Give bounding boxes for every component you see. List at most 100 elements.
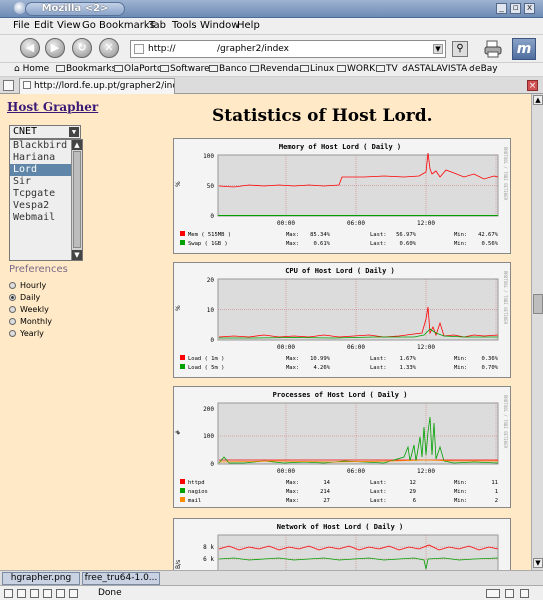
chat-icon[interactable] xyxy=(56,589,65,598)
domain-select-value: CNET xyxy=(13,126,38,137)
navigator-icon[interactable] xyxy=(4,589,13,598)
radio-icon[interactable] xyxy=(9,330,16,337)
legend-swatch xyxy=(180,355,185,360)
legend-max: 214 xyxy=(320,489,331,495)
new-tab-icon[interactable] xyxy=(3,80,14,91)
legend-label: Swap ( 1GB ) xyxy=(188,241,228,247)
radio-icon[interactable] xyxy=(9,282,16,289)
menu-help[interactable]: Help xyxy=(237,20,260,31)
scroll-up-icon[interactable]: ▲ xyxy=(72,140,82,150)
bookmark-bookmarks[interactable]: Bookmarks xyxy=(56,64,116,74)
bookmark-linux[interactable]: Linux xyxy=(300,64,334,74)
legend-swatch xyxy=(180,479,185,484)
bookmark-home[interactable]: ⌂ Home xyxy=(14,64,49,74)
taskbar: hgrapher.png free_tru64-1.0... xyxy=(0,570,543,585)
page-scrollbar[interactable]: ▲ ▼ xyxy=(531,94,543,570)
host-list[interactable]: Blackbird Hariana Lord Sir Tcpgate Vespa… xyxy=(9,139,83,261)
bookmark-olaporto[interactable]: OlaPorto xyxy=(114,64,162,74)
legend-max: 27 xyxy=(323,498,330,504)
scroll-down-icon[interactable]: ▼ xyxy=(72,250,82,260)
scroll-thumb[interactable] xyxy=(73,151,81,248)
security-icon xyxy=(505,589,514,598)
menu-view[interactable]: View xyxy=(57,20,81,31)
legend-last: 6 xyxy=(413,498,416,504)
legend-min-label: Min: xyxy=(454,232,467,238)
menu-edit[interactable]: Edit xyxy=(34,20,53,31)
y-tick: 0 xyxy=(210,461,214,468)
taskbar-item[interactable]: hgrapher.png xyxy=(2,572,80,585)
settings-icon[interactable] xyxy=(69,589,78,598)
legend-last-label: Last: xyxy=(370,232,387,238)
scroll-down-icon[interactable]: ▼ xyxy=(533,558,543,568)
y-tick: 10 xyxy=(207,307,215,314)
stop-icon[interactable]: ✕ xyxy=(99,38,119,58)
radio-weekly[interactable]: Weekly xyxy=(9,305,49,314)
radio-icon[interactable] xyxy=(9,306,16,313)
menu-go[interactable]: Go xyxy=(82,20,96,31)
status-bar: Done xyxy=(0,585,543,600)
scroll-thumb[interactable] xyxy=(533,294,543,314)
bookmark-work[interactable]: WORK xyxy=(337,64,375,74)
radio-monthly[interactable]: Monthly xyxy=(9,317,52,326)
legend-last-label: Last: xyxy=(370,365,387,371)
host-grapher-link[interactable]: Host Grapher xyxy=(7,100,98,114)
print-icon[interactable] xyxy=(484,40,502,58)
y-tick: 100 xyxy=(203,153,214,160)
url-input[interactable]: http:// /grapher2/index ▼ xyxy=(130,40,446,58)
bookmark-ebay[interactable]: ☌eBay xyxy=(469,64,498,74)
radio-selected-icon[interactable] xyxy=(9,294,16,301)
bookmark-label: WORK xyxy=(347,64,376,74)
url-history-dropdown-icon[interactable]: ▼ xyxy=(433,44,443,54)
composer-icon[interactable] xyxy=(30,589,39,598)
legend-min-label: Min: xyxy=(454,489,467,495)
tab-current[interactable]: http://lord.fe.up.pt/grapher2/index xyxy=(19,78,175,94)
scroll-up-icon[interactable]: ▲ xyxy=(533,95,543,105)
folder-icon xyxy=(114,65,123,72)
legend-max: 85.34% xyxy=(310,232,331,238)
radio-daily[interactable]: Daily xyxy=(9,293,40,302)
folder-icon xyxy=(376,65,385,72)
domain-select[interactable]: CNET ▼ xyxy=(9,125,81,139)
forward-icon[interactable]: ▶ xyxy=(45,38,65,58)
y-tick: 20 xyxy=(207,277,215,284)
radio-yearly[interactable]: Yearly xyxy=(9,329,44,338)
graph-title: Network of Host Lord ( Daily ) xyxy=(277,523,403,531)
maximize-icon[interactable]: ▫ xyxy=(510,3,521,14)
menu-file[interactable]: File xyxy=(13,20,30,31)
host-list-scrollbar[interactable]: ▲ ▼ xyxy=(71,140,82,260)
graph-title: CPU of Host Lord ( Daily ) xyxy=(285,267,395,275)
legend-last-label: Last: xyxy=(370,489,387,495)
bookmark-astalavista[interactable]: ☌ASTALAVISTA xyxy=(402,64,467,74)
radio-hourly[interactable]: Hourly xyxy=(9,281,46,290)
bookmark-software[interactable]: Software xyxy=(160,64,210,74)
close-tab-icon[interactable]: × xyxy=(527,80,538,91)
legend-swatch xyxy=(180,364,185,369)
menu-tools[interactable]: Tools xyxy=(172,20,197,31)
throbber-icon[interactable]: m xyxy=(512,38,536,60)
legend-min: 0.70% xyxy=(481,365,498,371)
addressbook-icon[interactable] xyxy=(43,589,52,598)
home-icon: ⌂ xyxy=(14,64,20,74)
folder-icon xyxy=(160,65,169,72)
menu-tab[interactable]: Tab xyxy=(149,20,166,31)
menu-window[interactable]: Window xyxy=(200,20,239,31)
mail-icon[interactable] xyxy=(17,589,26,598)
bookmark-banco[interactable]: Banco xyxy=(209,64,247,74)
radio-icon[interactable] xyxy=(9,318,16,325)
legend-max: 4.26% xyxy=(313,365,330,371)
menu-bookmarks[interactable]: Bookmarks xyxy=(99,20,155,31)
chevron-down-icon[interactable]: ▼ xyxy=(69,127,79,137)
graph-title: Processes of Host Lord ( Daily ) xyxy=(273,391,408,399)
bookmark-revenda[interactable]: Revenda xyxy=(250,64,299,74)
taskbar-item[interactable]: free_tru64-1.0... xyxy=(82,572,160,585)
y-tick: 0 xyxy=(210,337,214,344)
minimize-icon[interactable]: _ xyxy=(496,3,507,14)
back-icon[interactable]: ◀ xyxy=(20,38,40,58)
bookmark-label: OlaPorto xyxy=(124,64,163,74)
close-window-icon[interactable]: x xyxy=(524,3,535,14)
go-icon[interactable]: ⚲ xyxy=(452,41,468,57)
bookmark-tv[interactable]: TV xyxy=(376,64,398,74)
legend-label: Load ( 5m ) xyxy=(188,365,224,371)
y-tick: 200 xyxy=(203,406,214,413)
reload-icon[interactable]: ↻ xyxy=(72,38,92,58)
